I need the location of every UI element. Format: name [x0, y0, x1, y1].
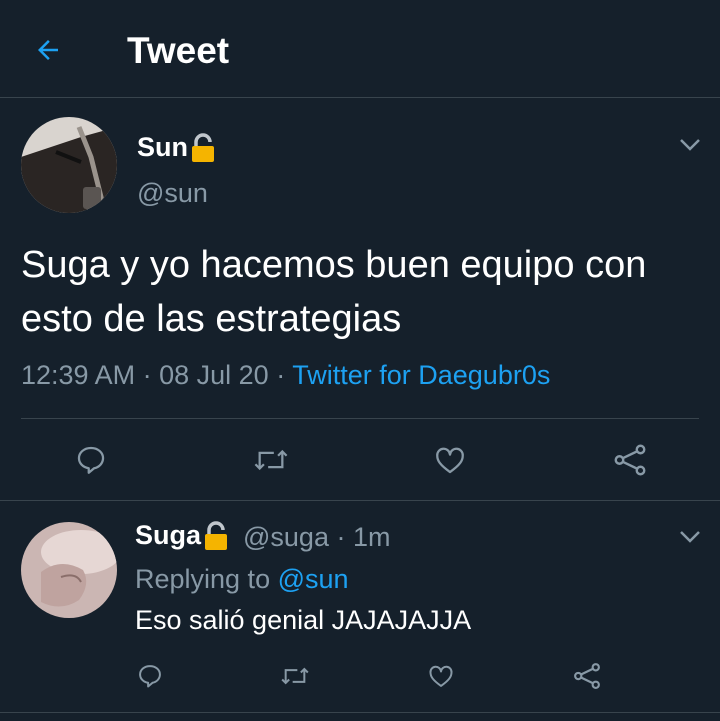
divider — [0, 712, 720, 713]
user-handle[interactable]: @sun — [137, 178, 208, 209]
reply-button[interactable] — [61, 430, 121, 490]
reply-avatar[interactable] — [21, 522, 117, 618]
display-name[interactable]: Sun — [137, 132, 216, 163]
tweet-time: 12:39 AM — [21, 360, 136, 390]
reply-display-name[interactable]: Suga — [135, 520, 229, 551]
replying-to: Replying to @sun — [135, 564, 349, 595]
chevron-down-icon — [680, 139, 700, 151]
replying-mention[interactable]: @sun — [278, 564, 349, 594]
reply-handle-time: @suga · 1m — [243, 522, 391, 553]
share-button[interactable] — [600, 430, 660, 490]
heart-icon — [436, 447, 464, 474]
divider — [21, 418, 699, 419]
retweet-icon — [281, 667, 309, 685]
meta-separator: · — [336, 522, 346, 552]
retweet-icon — [254, 449, 288, 471]
heart-icon — [429, 665, 453, 687]
arrow-left-icon — [38, 40, 58, 60]
tweet-metadata: 12:39 AM · 08 Jul 20 · Twitter for Daegu… — [21, 360, 550, 391]
reply-button[interactable] — [120, 646, 180, 706]
like-button[interactable] — [420, 430, 480, 490]
share-icon — [614, 444, 646, 476]
top-bar: Tweet — [0, 0, 720, 98]
reply-handle[interactable]: @suga — [243, 522, 329, 552]
page-title: Tweet — [127, 30, 230, 71]
divider — [0, 500, 720, 501]
share-icon — [574, 663, 600, 689]
lock-icon — [192, 132, 214, 162]
reply-menu-button[interactable] — [675, 522, 705, 552]
reply-actions — [0, 646, 720, 706]
meta-separator: · — [276, 360, 286, 390]
tweet-source-link[interactable]: Twitter for Daegubr0s — [292, 360, 550, 390]
tweet-menu-button[interactable] — [675, 130, 705, 160]
avatar[interactable] — [21, 117, 117, 213]
reply-age: 1m — [353, 522, 391, 552]
retweet-button[interactable] — [265, 646, 325, 706]
like-button[interactable] — [411, 646, 471, 706]
chevron-down-icon — [680, 531, 700, 543]
back-button[interactable] — [30, 32, 66, 68]
reply-text: Eso salió genial JAJAJAJJA — [135, 605, 472, 635]
meta-separator: · — [142, 360, 152, 390]
comment-icon — [77, 446, 105, 474]
lock-icon — [205, 520, 228, 550]
tweet-text: Suga y yo hacemos buen equipo con esto d… — [21, 244, 647, 340]
display-name-text: Suga — [135, 520, 202, 550]
tweet-actions — [0, 430, 720, 490]
display-name-text: Sun — [137, 132, 188, 162]
tweet-date: 08 Jul 20 — [159, 360, 269, 390]
share-button[interactable] — [557, 646, 617, 706]
replying-label: Replying to — [135, 564, 271, 594]
retweet-button[interactable] — [241, 430, 301, 490]
comment-icon — [139, 665, 161, 688]
